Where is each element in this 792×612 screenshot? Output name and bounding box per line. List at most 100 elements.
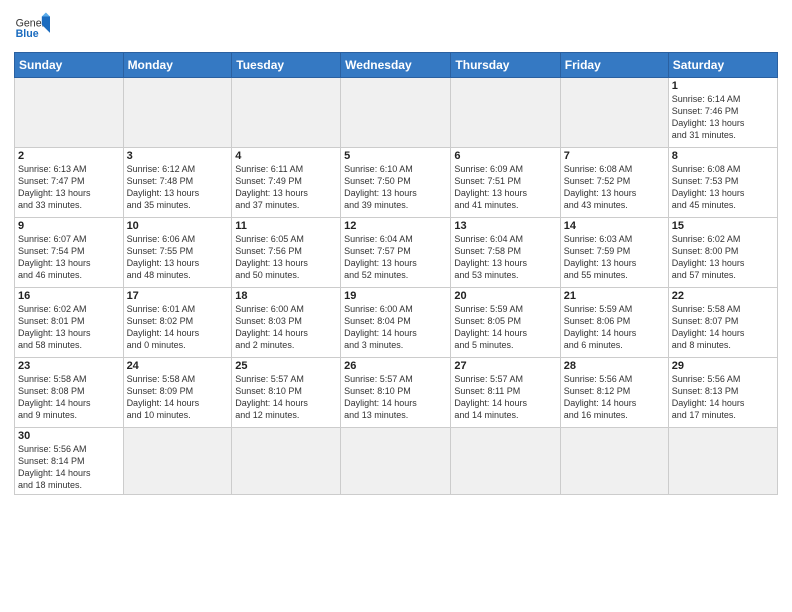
calendar-cell: 11Sunrise: 6:05 AM Sunset: 7:56 PM Dayli…: [232, 218, 341, 288]
day-number: 11: [235, 220, 337, 232]
day-number: 28: [564, 360, 665, 372]
day-info: Sunrise: 6:06 AM Sunset: 7:55 PM Dayligh…: [127, 233, 229, 282]
day-number: 8: [672, 150, 774, 162]
calendar-cell: 1Sunrise: 6:14 AM Sunset: 7:46 PM Daylig…: [668, 78, 777, 148]
calendar-cell: [668, 428, 777, 495]
calendar-cell: [451, 428, 560, 495]
day-number: 22: [672, 290, 774, 302]
calendar-cell: 6Sunrise: 6:09 AM Sunset: 7:51 PM Daylig…: [451, 148, 560, 218]
day-number: 23: [18, 360, 120, 372]
day-info: Sunrise: 6:00 AM Sunset: 8:03 PM Dayligh…: [235, 303, 337, 352]
calendar-cell: 5Sunrise: 6:10 AM Sunset: 7:50 PM Daylig…: [341, 148, 451, 218]
calendar-week-4: 16Sunrise: 6:02 AM Sunset: 8:01 PM Dayli…: [15, 288, 778, 358]
day-info: Sunrise: 6:07 AM Sunset: 7:54 PM Dayligh…: [18, 233, 120, 282]
weekday-header-saturday: Saturday: [668, 53, 777, 78]
day-info: Sunrise: 5:58 AM Sunset: 8:08 PM Dayligh…: [18, 373, 120, 422]
calendar-cell: [123, 428, 232, 495]
day-info: Sunrise: 6:11 AM Sunset: 7:49 PM Dayligh…: [235, 163, 337, 212]
day-number: 20: [454, 290, 556, 302]
calendar-cell: 25Sunrise: 5:57 AM Sunset: 8:10 PM Dayli…: [232, 358, 341, 428]
calendar-cell: 30Sunrise: 5:56 AM Sunset: 8:14 PM Dayli…: [15, 428, 124, 495]
day-number: 27: [454, 360, 556, 372]
day-number: 17: [127, 290, 229, 302]
day-info: Sunrise: 6:08 AM Sunset: 7:53 PM Dayligh…: [672, 163, 774, 212]
day-number: 10: [127, 220, 229, 232]
weekday-header-monday: Monday: [123, 53, 232, 78]
logo-area: General Blue: [14, 10, 50, 46]
calendar-cell: 14Sunrise: 6:03 AM Sunset: 7:59 PM Dayli…: [560, 218, 668, 288]
day-info: Sunrise: 6:02 AM Sunset: 8:00 PM Dayligh…: [672, 233, 774, 282]
day-number: 13: [454, 220, 556, 232]
calendar-cell: 22Sunrise: 5:58 AM Sunset: 8:07 PM Dayli…: [668, 288, 777, 358]
day-info: Sunrise: 6:14 AM Sunset: 7:46 PM Dayligh…: [672, 93, 774, 142]
day-info: Sunrise: 6:05 AM Sunset: 7:56 PM Dayligh…: [235, 233, 337, 282]
day-number: 25: [235, 360, 337, 372]
day-info: Sunrise: 6:04 AM Sunset: 7:57 PM Dayligh…: [344, 233, 447, 282]
day-number: 24: [127, 360, 229, 372]
day-info: Sunrise: 5:56 AM Sunset: 8:13 PM Dayligh…: [672, 373, 774, 422]
calendar-cell: 24Sunrise: 5:58 AM Sunset: 8:09 PM Dayli…: [123, 358, 232, 428]
calendar-cell: 26Sunrise: 5:57 AM Sunset: 8:10 PM Dayli…: [341, 358, 451, 428]
calendar-cell: 12Sunrise: 6:04 AM Sunset: 7:57 PM Dayli…: [341, 218, 451, 288]
calendar-cell: 9Sunrise: 6:07 AM Sunset: 7:54 PM Daylig…: [15, 218, 124, 288]
day-info: Sunrise: 6:12 AM Sunset: 7:48 PM Dayligh…: [127, 163, 229, 212]
calendar-cell: [15, 78, 124, 148]
calendar-cell: [123, 78, 232, 148]
calendar-cell: 20Sunrise: 5:59 AM Sunset: 8:05 PM Dayli…: [451, 288, 560, 358]
day-number: 26: [344, 360, 447, 372]
logo-icon: General Blue: [14, 10, 50, 46]
day-info: Sunrise: 5:58 AM Sunset: 8:09 PM Dayligh…: [127, 373, 229, 422]
calendar-week-6: 30Sunrise: 5:56 AM Sunset: 8:14 PM Dayli…: [15, 428, 778, 495]
calendar-cell: [341, 428, 451, 495]
calendar-week-3: 9Sunrise: 6:07 AM Sunset: 7:54 PM Daylig…: [15, 218, 778, 288]
svg-text:Blue: Blue: [16, 28, 39, 40]
calendar-cell: 17Sunrise: 6:01 AM Sunset: 8:02 PM Dayli…: [123, 288, 232, 358]
day-info: Sunrise: 6:03 AM Sunset: 7:59 PM Dayligh…: [564, 233, 665, 282]
day-number: 9: [18, 220, 120, 232]
weekday-header-row: SundayMondayTuesdayWednesdayThursdayFrid…: [15, 53, 778, 78]
weekday-header-friday: Friday: [560, 53, 668, 78]
calendar-cell: [341, 78, 451, 148]
day-info: Sunrise: 5:58 AM Sunset: 8:07 PM Dayligh…: [672, 303, 774, 352]
day-info: Sunrise: 6:10 AM Sunset: 7:50 PM Dayligh…: [344, 163, 447, 212]
calendar: SundayMondayTuesdayWednesdayThursdayFrid…: [14, 52, 778, 495]
day-number: 12: [344, 220, 447, 232]
day-info: Sunrise: 6:01 AM Sunset: 8:02 PM Dayligh…: [127, 303, 229, 352]
calendar-cell: 4Sunrise: 6:11 AM Sunset: 7:49 PM Daylig…: [232, 148, 341, 218]
calendar-cell: [232, 78, 341, 148]
day-number: 7: [564, 150, 665, 162]
day-info: Sunrise: 5:57 AM Sunset: 8:11 PM Dayligh…: [454, 373, 556, 422]
day-info: Sunrise: 5:57 AM Sunset: 8:10 PM Dayligh…: [344, 373, 447, 422]
calendar-week-2: 2Sunrise: 6:13 AM Sunset: 7:47 PM Daylig…: [15, 148, 778, 218]
header: General Blue: [14, 10, 778, 46]
calendar-cell: 10Sunrise: 6:06 AM Sunset: 7:55 PM Dayli…: [123, 218, 232, 288]
day-info: Sunrise: 5:56 AM Sunset: 8:14 PM Dayligh…: [18, 443, 120, 492]
calendar-cell: 21Sunrise: 5:59 AM Sunset: 8:06 PM Dayli…: [560, 288, 668, 358]
day-info: Sunrise: 5:59 AM Sunset: 8:05 PM Dayligh…: [454, 303, 556, 352]
day-info: Sunrise: 5:59 AM Sunset: 8:06 PM Dayligh…: [564, 303, 665, 352]
calendar-cell: 19Sunrise: 6:00 AM Sunset: 8:04 PM Dayli…: [341, 288, 451, 358]
day-number: 21: [564, 290, 665, 302]
day-number: 19: [344, 290, 447, 302]
day-info: Sunrise: 6:04 AM Sunset: 7:58 PM Dayligh…: [454, 233, 556, 282]
day-info: Sunrise: 5:57 AM Sunset: 8:10 PM Dayligh…: [235, 373, 337, 422]
day-number: 5: [344, 150, 447, 162]
weekday-header-sunday: Sunday: [15, 53, 124, 78]
calendar-cell: 8Sunrise: 6:08 AM Sunset: 7:53 PM Daylig…: [668, 148, 777, 218]
day-number: 14: [564, 220, 665, 232]
calendar-cell: 23Sunrise: 5:58 AM Sunset: 8:08 PM Dayli…: [15, 358, 124, 428]
day-number: 3: [127, 150, 229, 162]
page: General Blue SundayMondayTuesdayWednesda…: [0, 0, 792, 612]
calendar-cell: 29Sunrise: 5:56 AM Sunset: 8:13 PM Dayli…: [668, 358, 777, 428]
day-number: 1: [672, 80, 774, 92]
calendar-cell: 28Sunrise: 5:56 AM Sunset: 8:12 PM Dayli…: [560, 358, 668, 428]
weekday-header-thursday: Thursday: [451, 53, 560, 78]
calendar-cell: 3Sunrise: 6:12 AM Sunset: 7:48 PM Daylig…: [123, 148, 232, 218]
day-info: Sunrise: 6:09 AM Sunset: 7:51 PM Dayligh…: [454, 163, 556, 212]
calendar-week-1: 1Sunrise: 6:14 AM Sunset: 7:46 PM Daylig…: [15, 78, 778, 148]
weekday-header-wednesday: Wednesday: [341, 53, 451, 78]
calendar-cell: [451, 78, 560, 148]
day-number: 4: [235, 150, 337, 162]
calendar-cell: 27Sunrise: 5:57 AM Sunset: 8:11 PM Dayli…: [451, 358, 560, 428]
calendar-cell: 7Sunrise: 6:08 AM Sunset: 7:52 PM Daylig…: [560, 148, 668, 218]
